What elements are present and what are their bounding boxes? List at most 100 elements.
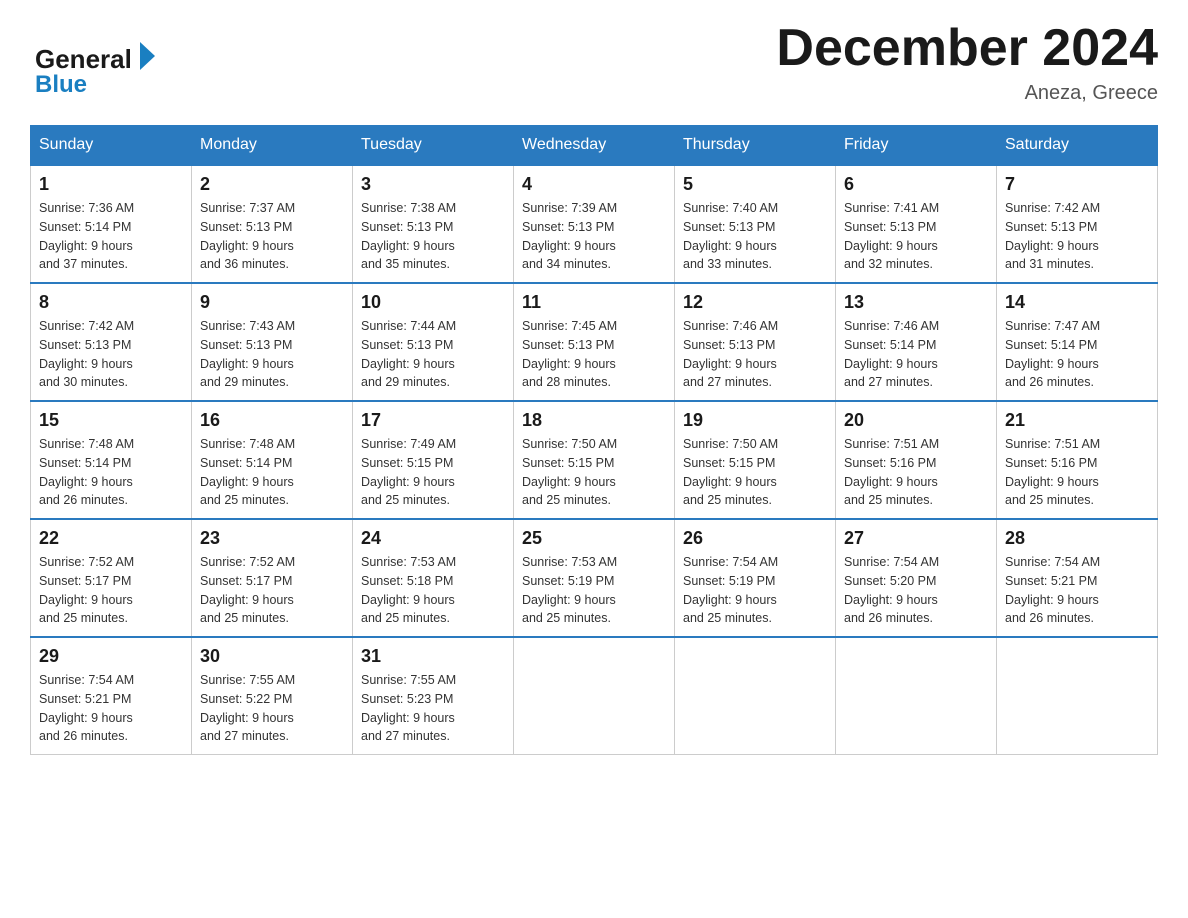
day-number: 17 bbox=[361, 410, 505, 431]
day-number: 7 bbox=[1005, 174, 1149, 195]
calendar-cell: 15Sunrise: 7:48 AMSunset: 5:14 PMDayligh… bbox=[31, 401, 192, 519]
daylight-minutes: and 26 minutes. bbox=[844, 611, 933, 625]
day-header-friday: Friday bbox=[836, 126, 997, 166]
day-info: Sunrise: 7:52 AMSunset: 5:17 PMDaylight:… bbox=[39, 553, 183, 628]
daylight-minutes: and 36 minutes. bbox=[200, 257, 289, 271]
sunset-time: Sunset: 5:13 PM bbox=[200, 220, 292, 234]
daylight-hours: Daylight: 9 hours bbox=[683, 357, 777, 371]
daylight-minutes: and 25 minutes. bbox=[522, 493, 611, 507]
day-info: Sunrise: 7:47 AMSunset: 5:14 PMDaylight:… bbox=[1005, 317, 1149, 392]
day-info: Sunrise: 7:46 AM Sunset: 5:13 PM Daylight:… bbox=[683, 317, 827, 392]
daylight-minutes: and 28 minutes. bbox=[522, 375, 611, 389]
calendar-cell: 2Sunrise: 7:37 AMSunset: 5:13 PMDaylight… bbox=[192, 165, 353, 283]
daylight-minutes: and 26 minutes. bbox=[39, 493, 128, 507]
sunrise-time: Sunrise: 7:54 AM bbox=[1005, 555, 1100, 569]
logo: General Blue bbox=[30, 30, 190, 100]
day-info: Sunrise: 7:50 AMSunset: 5:15 PMDaylight:… bbox=[683, 435, 827, 510]
daylight-minutes: and 27 minutes. bbox=[200, 729, 289, 743]
sunrise-time: Sunrise: 7:52 AM bbox=[200, 555, 295, 569]
daylight-hours: Daylight: 9 hours bbox=[361, 593, 455, 607]
daylight-hours: Daylight: 9 hours bbox=[522, 593, 616, 607]
sunrise-time: Sunrise: 7:50 AM bbox=[522, 437, 617, 451]
daylight-hours: Daylight: 9 hours bbox=[361, 239, 455, 253]
daylight-minutes: and 25 minutes. bbox=[683, 493, 772, 507]
sunset-time: Sunset: 5:16 PM bbox=[1005, 456, 1097, 470]
sunrise-time: Sunrise: 7:54 AM bbox=[844, 555, 939, 569]
day-info: Sunrise: 7:54 AM Sunset: 5:20 PM Daylight:… bbox=[844, 553, 988, 628]
sunrise-time: Sunrise: 7:55 AM bbox=[361, 673, 456, 687]
day-info: Sunrise: 7:53 AM Sunset: 5:19 PM Daylight:… bbox=[522, 553, 666, 628]
daylight-minutes: and 27 minutes. bbox=[683, 375, 772, 389]
subtitle: Aneza, Greece bbox=[776, 82, 1158, 105]
calendar-cell: 18 Sunrise: 7:50 AMSunset: 5:15 PMDayligh… bbox=[514, 401, 675, 519]
day-number: 5 bbox=[683, 174, 827, 195]
sunset-time: Sunset: 5:13 PM bbox=[361, 338, 453, 352]
day-info: Sunrise: 7:52 AMSunset: 5:17 PMDaylight:… bbox=[200, 553, 344, 628]
calendar-cell: 24Sunrise: 7:53 AMSunset: 5:18 PMDayligh… bbox=[353, 519, 514, 637]
day-number: 27 bbox=[844, 528, 988, 549]
day-number: 21 bbox=[1005, 410, 1149, 431]
daylight-minutes: and 27 minutes. bbox=[844, 375, 933, 389]
day-number: 24 bbox=[361, 528, 505, 549]
day-info: Sunrise: 7:50 AMSunset: 5:15 PMDaylight:… bbox=[522, 435, 666, 510]
sunset-time: Sunset: 5:13 PM bbox=[522, 338, 614, 352]
sunset-time: Sunset: 5:19 PM bbox=[522, 574, 614, 588]
daylight-hours: Daylight: 9 hours bbox=[361, 711, 455, 725]
sunset-time: Sunset: 5:14 PM bbox=[39, 456, 131, 470]
sunrise-time: Sunrise: 7:45 AM bbox=[522, 319, 617, 333]
calendar-cell: 27 Sunrise: 7:54 AM Sunset: 5:20 PM Dayligh… bbox=[836, 519, 997, 637]
day-info: Sunrise: 7:40 AMSunset: 5:13 PMDaylight:… bbox=[683, 199, 827, 274]
svg-text:General: General bbox=[35, 44, 132, 74]
day-info: Sunrise: 7:38 AM Sunset: 5:13 PM Daylight:… bbox=[361, 199, 505, 274]
daylight-hours: Daylight: 9 hours bbox=[683, 593, 777, 607]
sunset-time: Sunset: 5:16 PM bbox=[844, 456, 936, 470]
daylight-hours: Daylight: 9 hours bbox=[39, 239, 133, 253]
sunset-time: Sunset: 5:19 PM bbox=[683, 574, 775, 588]
day-number: 18 bbox=[522, 410, 666, 431]
calendar-header-row: SundayMondayTuesdayWednesdayThursdayFrid… bbox=[31, 126, 1158, 166]
daylight-minutes: and 25 minutes. bbox=[361, 493, 450, 507]
sunset-time: Sunset: 5:13 PM bbox=[361, 220, 453, 234]
day-number: 3 bbox=[361, 174, 505, 195]
sunrise-time: Sunrise: 7:39 AM bbox=[522, 201, 617, 215]
day-info: Sunrise: 7:49 AMSunset: 5:15 PMDaylight:… bbox=[361, 435, 505, 510]
daylight-minutes: and 29 minutes. bbox=[361, 375, 450, 389]
sunrise-time: Sunrise: 7:53 AM bbox=[522, 555, 617, 569]
calendar-cell: 8Sunrise: 7:42 AMSunset: 5:13 PMDaylight… bbox=[31, 283, 192, 401]
day-number: 15 bbox=[39, 410, 183, 431]
daylight-minutes: and 25 minutes. bbox=[683, 611, 772, 625]
sunrise-time: Sunrise: 7:53 AM bbox=[361, 555, 456, 569]
daylight-minutes: and 30 minutes. bbox=[39, 375, 128, 389]
daylight-hours: Daylight: 9 hours bbox=[361, 357, 455, 371]
sunrise-time: Sunrise: 7:54 AM bbox=[39, 673, 134, 687]
sunset-time: Sunset: 5:20 PM bbox=[844, 574, 936, 588]
calendar-cell bbox=[836, 637, 997, 755]
daylight-minutes: and 25 minutes. bbox=[200, 493, 289, 507]
sunrise-time: Sunrise: 7:48 AM bbox=[200, 437, 295, 451]
sunset-time: Sunset: 5:13 PM bbox=[683, 338, 775, 352]
daylight-hours: Daylight: 9 hours bbox=[1005, 593, 1099, 607]
sunset-time: Sunset: 5:14 PM bbox=[1005, 338, 1097, 352]
sunrise-time: Sunrise: 7:48 AM bbox=[39, 437, 134, 451]
daylight-hours: Daylight: 9 hours bbox=[200, 593, 294, 607]
calendar-cell bbox=[514, 637, 675, 755]
day-info: Sunrise: 7:37 AMSunset: 5:13 PMDaylight:… bbox=[200, 199, 344, 274]
daylight-hours: Daylight: 9 hours bbox=[1005, 475, 1099, 489]
logo-svg: General Blue bbox=[30, 30, 190, 100]
sunrise-time: Sunrise: 7:50 AM bbox=[683, 437, 778, 451]
day-number: 23 bbox=[200, 528, 344, 549]
sunset-time: Sunset: 5:13 PM bbox=[200, 338, 292, 352]
calendar-cell: 30Sunrise: 7:55 AMSunset: 5:22 PMDayligh… bbox=[192, 637, 353, 755]
calendar-cell: 16Sunrise: 7:48 AMSunset: 5:14 PMDayligh… bbox=[192, 401, 353, 519]
day-number: 26 bbox=[683, 528, 827, 549]
day-number: 6 bbox=[844, 174, 988, 195]
daylight-hours: Daylight: 9 hours bbox=[844, 593, 938, 607]
sunrise-time: Sunrise: 7:46 AM bbox=[683, 319, 778, 333]
daylight-hours: Daylight: 9 hours bbox=[844, 475, 938, 489]
sunrise-time: Sunrise: 7:55 AM bbox=[200, 673, 295, 687]
calendar-cell: 10Sunrise: 7:44 AMSunset: 5:13 PMDayligh… bbox=[353, 283, 514, 401]
daylight-hours: Daylight: 9 hours bbox=[1005, 239, 1099, 253]
sunrise-time: Sunrise: 7:38 AM bbox=[361, 201, 456, 215]
day-number: 12 bbox=[683, 292, 827, 313]
svg-text:Blue: Blue bbox=[35, 71, 87, 98]
